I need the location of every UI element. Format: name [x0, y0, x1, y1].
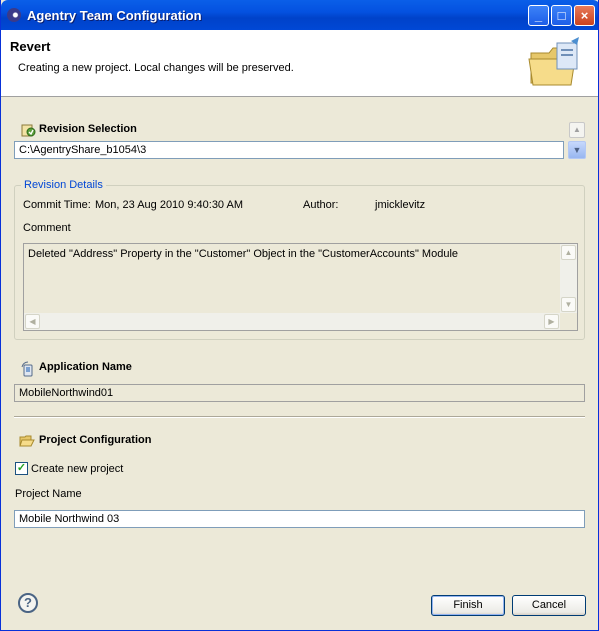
comment-text: Deleted "Address" Property in the "Custo…	[28, 248, 459, 260]
minimize-button[interactable]: _	[528, 5, 549, 26]
close-button[interactable]: ×	[574, 5, 595, 26]
revision-details-legend: Revision Details	[21, 179, 106, 191]
help-icon[interactable]: ?	[18, 593, 38, 613]
window-title: Agentry Team Configuration	[27, 8, 202, 23]
application-name-field: MobileNorthwind01	[14, 384, 585, 402]
revision-selection-combo[interactable]: C:\AgentryShare_b1054\3	[14, 141, 564, 159]
revision-selection-label: Revision Selection	[39, 123, 137, 135]
cancel-button[interactable]: Cancel	[512, 595, 586, 616]
separator	[14, 416, 585, 418]
revision-dropdown-button[interactable]: ▼	[568, 141, 586, 159]
dialog-window: Agentry Team Configuration _ □ × Revert …	[0, 0, 599, 631]
comment-textarea[interactable]: Deleted "Address" Property in the "Custo…	[23, 243, 578, 331]
scroll-left-arrow-icon[interactable]: ◀	[25, 314, 40, 329]
folder-wizard-icon	[528, 37, 579, 86]
title-bar[interactable]: Agentry Team Configuration _ □ ×	[1, 0, 598, 30]
maximize-button[interactable]: □	[551, 5, 572, 26]
comment-label: Comment	[23, 222, 71, 234]
page-subtitle: Creating a new project. Local changes wi…	[18, 62, 294, 74]
application-name-label: Application Name	[39, 361, 132, 373]
wizard-header: Revert Creating a new project. Local cha…	[1, 30, 598, 97]
eclipse-icon	[7, 8, 21, 22]
scroll-up-arrow-icon[interactable]: ▲	[561, 245, 576, 260]
scroll-down-arrow-icon[interactable]: ▼	[561, 297, 576, 312]
project-name-input[interactable]: Mobile Northwind 03	[14, 510, 585, 528]
comment-horizontal-scrollbar[interactable]: ◀ ▶	[24, 313, 560, 330]
open-folder-icon	[19, 435, 35, 447]
scroll-right-arrow-icon[interactable]: ▶	[544, 314, 559, 329]
project-configuration-label: Project Configuration	[39, 434, 152, 446]
commit-time-label: Commit Time:	[23, 199, 91, 211]
author-value: jmicklevitz	[375, 199, 426, 211]
commit-time-value: Mon, 23 Aug 2010 9:40:30 AM	[95, 199, 244, 211]
project-name-label: Project Name	[15, 488, 82, 500]
comment-vertical-scrollbar[interactable]: ▲ ▼	[560, 244, 577, 313]
application-icon	[21, 361, 33, 377]
scrollbar-corner	[560, 313, 577, 330]
revision-icon	[21, 124, 36, 137]
create-new-project-label[interactable]: Create new project	[31, 463, 123, 475]
author-label: Author:	[303, 199, 339, 211]
revision-scroll-up-button[interactable]: ▲	[569, 122, 585, 138]
page-title: Revert	[10, 39, 51, 54]
create-new-project-checkbox[interactable]: ✓	[15, 462, 28, 475]
finish-button[interactable]: Finish	[431, 595, 505, 616]
